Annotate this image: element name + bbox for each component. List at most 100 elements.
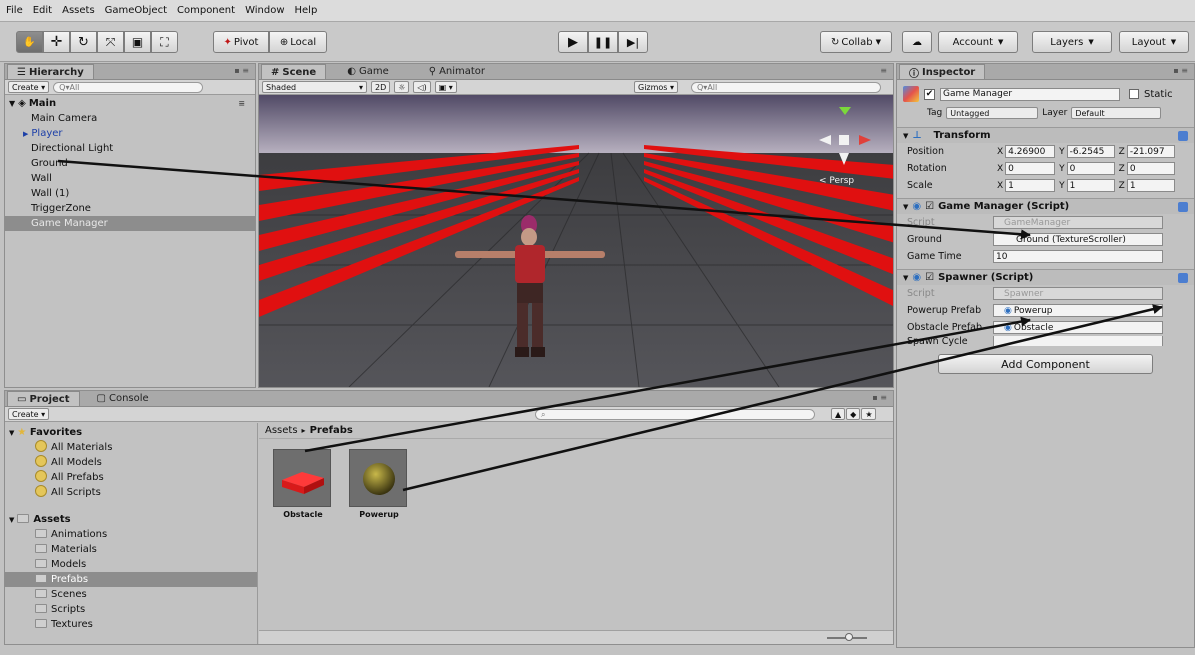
lighting-toggle[interactable]: ☼ xyxy=(394,81,410,93)
favorite-all-models[interactable]: All Models xyxy=(5,455,257,470)
favorite-all-scripts[interactable]: All Scripts xyxy=(5,485,257,500)
collab-dropdown[interactable]: ↻ Collab ▼ xyxy=(820,31,892,53)
favorite-all-prefabs[interactable]: All Prefabs xyxy=(5,470,257,485)
spawner-header[interactable]: ▼ ◉ ☑ Spawner (Script) xyxy=(897,269,1194,285)
hierarchy-item-game-manager[interactable]: Game Manager xyxy=(5,216,255,231)
layers-dropdown[interactable]: Layers ▼ xyxy=(1032,31,1112,53)
filter-type-button[interactable]: ▲ xyxy=(831,408,846,420)
breadcrumb-prefabs[interactable]: Prefabs xyxy=(310,425,353,436)
menu-assets[interactable]: Assets xyxy=(62,5,95,16)
panel-menu-icon[interactable]: ▪ ≡ xyxy=(872,393,887,402)
rotation-x-field[interactable]: 0 xyxy=(1005,162,1056,175)
lock-icon[interactable]: ▪ ≡ xyxy=(1173,66,1188,75)
static-checkbox[interactable] xyxy=(1129,89,1139,99)
local-toggle[interactable]: ⊕ Local xyxy=(269,31,327,53)
scene-search-input[interactable]: Q▾All xyxy=(691,82,881,93)
hierarchy-item-triggerzone[interactable]: TriggerZone xyxy=(5,201,255,216)
asset-obstacle[interactable]: Obstacle xyxy=(273,449,333,519)
panel-menu-icon[interactable]: ≡ xyxy=(880,66,887,75)
menu-gameobject[interactable]: GameObject xyxy=(105,5,167,16)
folder-models[interactable]: Models xyxy=(5,557,257,572)
hierarchy-item-ground[interactable]: Ground xyxy=(5,156,255,171)
spawn-cycle-field[interactable] xyxy=(993,336,1163,346)
favorite-all-materials[interactable]: All Materials xyxy=(5,440,257,455)
hierarchy-item-player[interactable]: ▶ Player xyxy=(5,126,255,141)
pause-button[interactable]: ❚❚ xyxy=(588,31,618,53)
scale-x-field[interactable]: 1 xyxy=(1005,179,1056,192)
menu-window[interactable]: Window xyxy=(245,5,284,16)
tab-hierarchy[interactable]: ☰ Hierarchy xyxy=(7,64,94,79)
position-z-field[interactable]: -21.097 xyxy=(1126,145,1175,158)
rect-tool-button[interactable]: ▣ xyxy=(124,31,151,53)
assets-header[interactable]: ▼ Assets xyxy=(5,512,257,527)
tab-project[interactable]: ▭ Project xyxy=(7,391,80,406)
component-enabled-checkbox[interactable]: ☑ xyxy=(925,201,934,212)
scale-tool-button[interactable]: ⤧ xyxy=(97,31,124,53)
tab-inspector[interactable]: ⓘ Inspector xyxy=(899,64,986,80)
tag-dropdown[interactable]: Untagged xyxy=(946,107,1039,119)
step-button[interactable]: ▶| xyxy=(618,31,648,53)
scene-viewport[interactable]: < Persp xyxy=(259,95,894,387)
hand-tool-button[interactable]: ✋ xyxy=(16,31,43,53)
scale-z-field[interactable]: 1 xyxy=(1126,179,1175,192)
play-button[interactable]: ▶ xyxy=(558,31,588,53)
hierarchy-item-wall-1[interactable]: Wall (1) xyxy=(5,186,255,201)
pivot-toggle[interactable]: ✦ Pivot xyxy=(213,31,269,53)
scene-root-row[interactable]: ▼ ◈ Main ≡ xyxy=(5,95,255,111)
folder-textures[interactable]: Textures xyxy=(5,617,257,632)
favorites-header[interactable]: ▼ ★ Favorites xyxy=(5,425,257,440)
effects-dropdown[interactable]: ▣ ▾ xyxy=(434,81,457,93)
tab-animator[interactable]: ⚲ Animator xyxy=(420,64,494,79)
slider-thumb[interactable] xyxy=(845,633,853,641)
asset-powerup[interactable]: Powerup xyxy=(349,449,409,519)
ground-field[interactable]: Ground (TextureScroller) xyxy=(993,233,1163,246)
expand-arrow-icon[interactable]: ▼ xyxy=(9,99,15,108)
rotation-z-field[interactable]: 0 xyxy=(1126,162,1175,175)
tab-console[interactable]: ▢ Console xyxy=(88,391,158,406)
folder-materials[interactable]: Materials xyxy=(5,542,257,557)
expand-arrow-icon[interactable]: ▶ xyxy=(23,130,28,138)
hierarchy-item-wall[interactable]: Wall xyxy=(5,171,255,186)
object-name-input[interactable]: Game Manager xyxy=(940,87,1120,101)
help-book-icon[interactable] xyxy=(1178,272,1188,283)
panel-menu-icon[interactable]: ▪ ≡ xyxy=(234,66,249,75)
cloud-button[interactable]: ☁ xyxy=(902,31,932,53)
hierarchy-item-directional-light[interactable]: Directional Light xyxy=(5,141,255,156)
account-dropdown[interactable]: Account ▼ xyxy=(938,31,1018,53)
favorite-button[interactable]: ★ xyxy=(861,408,877,420)
hierarchy-item-main-camera[interactable]: Main Camera xyxy=(5,111,255,126)
help-book-icon[interactable] xyxy=(1178,130,1188,141)
rotate-tool-button[interactable]: ↻ xyxy=(70,31,97,53)
game-manager-header[interactable]: ▼ ◉ ☑ Game Manager (Script) xyxy=(897,198,1194,214)
menu-edit[interactable]: Edit xyxy=(33,5,52,16)
component-enabled-checkbox[interactable]: ☑ xyxy=(925,272,934,283)
folder-scenes[interactable]: Scenes xyxy=(5,587,257,602)
hierarchy-search-input[interactable]: Q▾All xyxy=(53,81,204,93)
add-component-button[interactable]: Add Component xyxy=(938,354,1153,374)
position-x-field[interactable]: 4.26900 xyxy=(1005,145,1056,158)
filter-label-button[interactable]: ◆ xyxy=(846,408,861,420)
project-create-dropdown[interactable]: Create ▾ xyxy=(8,408,50,420)
menu-help[interactable]: Help xyxy=(295,5,318,16)
rotation-y-field[interactable]: 0 xyxy=(1066,162,1115,175)
audio-toggle[interactable]: ◁) xyxy=(413,81,431,93)
breadcrumb-assets[interactable]: Assets xyxy=(265,425,298,436)
active-checkbox[interactable]: ✔ xyxy=(924,88,935,100)
persp-label[interactable]: < Persp xyxy=(819,176,854,186)
layer-dropdown[interactable]: Default xyxy=(1071,107,1162,119)
transform-header[interactable]: ▼ ⊥ Transform xyxy=(897,127,1194,143)
scene-menu-icon[interactable]: ≡ xyxy=(238,99,245,108)
shading-mode-dropdown[interactable]: Shaded ▾ xyxy=(262,81,367,93)
menu-component[interactable]: Component xyxy=(177,5,235,16)
powerup-prefab-field[interactable]: ◉ Powerup xyxy=(993,304,1163,317)
folder-scripts[interactable]: Scripts xyxy=(5,602,257,617)
folder-prefabs[interactable]: Prefabs xyxy=(5,572,257,587)
scale-y-field[interactable]: 1 xyxy=(1066,179,1115,192)
2d-toggle[interactable]: 2D xyxy=(371,81,391,93)
layout-dropdown[interactable]: Layout ▼ xyxy=(1119,31,1189,53)
help-book-icon[interactable] xyxy=(1178,201,1188,212)
project-search-input[interactable]: ⌕ xyxy=(535,409,815,420)
move-tool-button[interactable]: ✛ xyxy=(43,31,70,53)
transform-tool-button[interactable]: ⛶ xyxy=(151,31,178,53)
tab-scene[interactable]: # Scene xyxy=(261,64,327,79)
